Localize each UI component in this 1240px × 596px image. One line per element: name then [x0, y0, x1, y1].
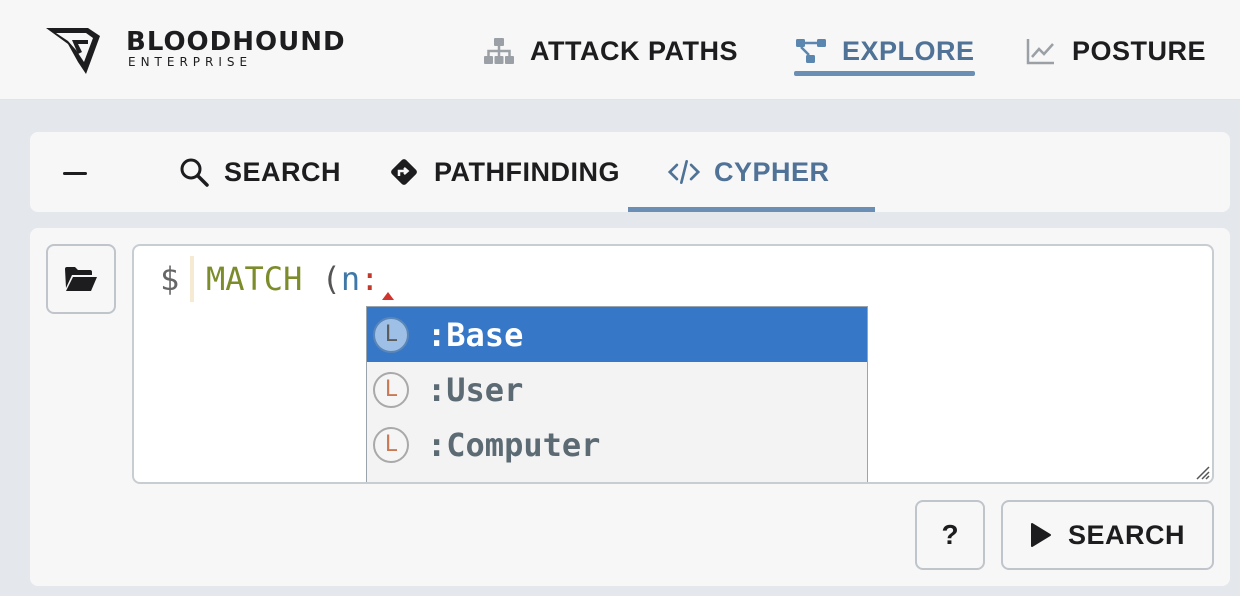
code-icon	[668, 156, 700, 188]
query-colon: :	[360, 260, 380, 298]
folder-open-icon	[65, 267, 97, 291]
search-button-label: SEARCH	[1067, 519, 1185, 550]
autocomplete-item-base[interactable]: L :Base	[367, 307, 867, 362]
nav-attack-paths[interactable]: ATTACK PATHS	[482, 26, 738, 76]
nav-label: ATTACK PATHS	[530, 35, 738, 66]
autocomplete-item-user[interactable]: L :User	[367, 362, 867, 417]
brand-title: BLOODHOUND	[126, 27, 346, 57]
brand-text: BLOODHOUND ENTERPRISE	[126, 29, 346, 68]
run-search-button[interactable]: SEARCH	[1001, 500, 1214, 570]
bloodhound-logo[interactable]: BLOODHOUND ENTERPRISE	[44, 22, 346, 78]
explore-tabs-panel: SEARCH PATHFINDING CYPHER	[30, 132, 1230, 212]
tab-cypher[interactable]: CYPHER	[628, 132, 875, 212]
bloodhound-logo-icon	[46, 28, 100, 74]
nav-label: EXPLORE	[842, 35, 975, 66]
query-keyword: MATCH	[206, 260, 303, 298]
autocomplete-label: :User	[427, 370, 524, 409]
tab-label: PATHFINDING	[434, 156, 620, 187]
nav-explore[interactable]: EXPLORE	[794, 26, 975, 76]
brand-subtitle: ENTERPRISE	[128, 55, 253, 69]
query-text[interactable]: MATCH (n:	[206, 260, 379, 298]
resize-handle-icon[interactable]	[1192, 462, 1210, 480]
autocomplete-label: :Computer	[427, 425, 601, 464]
query-paren: (	[321, 260, 341, 298]
label-type-icon: L	[373, 316, 409, 353]
graph-icon	[794, 36, 828, 66]
label-type-icon: L	[373, 426, 409, 463]
route-sign-icon	[388, 156, 420, 188]
line-chart-icon	[1024, 36, 1058, 66]
nav-label: POSTURE	[1072, 35, 1207, 66]
active-line-marker	[190, 256, 194, 302]
cypher-panel: $ MATCH (n: L :Base L :User L :Computer …	[30, 228, 1230, 586]
minus-icon	[63, 171, 87, 175]
autocomplete-item-computer[interactable]: L :Computer	[367, 417, 867, 472]
cypher-editor[interactable]: $ MATCH (n: L :Base L :User L :Computer	[132, 244, 1214, 484]
top-nav-bar: BLOODHOUND ENTERPRISE ATTACK PATHS EXPLO…	[0, 0, 1240, 100]
autocomplete-label: :Base	[427, 315, 524, 354]
sitemap-icon	[482, 36, 516, 66]
editor-prompt: $	[160, 260, 180, 298]
tab-search[interactable]: SEARCH	[178, 132, 341, 212]
autocomplete-dropdown: L :Base L :User L :Computer	[366, 306, 868, 482]
tab-label: CYPHER	[714, 156, 830, 187]
collapse-button[interactable]	[60, 158, 90, 188]
nav-posture[interactable]: POSTURE	[1024, 26, 1206, 76]
help-button[interactable]: ?	[915, 500, 985, 570]
label-type-icon: L	[373, 371, 409, 408]
query-variable: n	[340, 260, 361, 298]
error-caret-icon	[382, 292, 394, 300]
search-icon	[178, 156, 210, 188]
saved-queries-button[interactable]	[46, 244, 116, 314]
tab-pathfinding[interactable]: PATHFINDING	[388, 132, 620, 212]
play-icon	[1030, 521, 1056, 549]
tab-label: SEARCH	[224, 156, 342, 187]
